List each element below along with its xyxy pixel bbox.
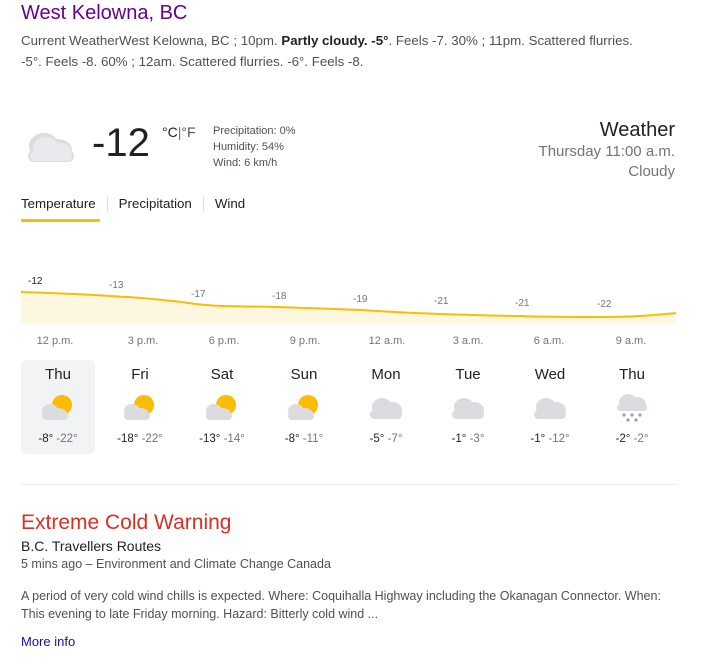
- day-low: -3°: [469, 433, 485, 445]
- humidity-stat: Humidity: 54%: [213, 141, 284, 153]
- hour-temp-label: -13: [109, 280, 124, 291]
- day-temps: -5° -7°: [349, 433, 423, 445]
- cloudy-icon: [534, 398, 566, 419]
- day-high: -5°: [369, 433, 385, 445]
- weather-stats: Precipitation: 0% Humidity: 54% Wind: 6 …: [213, 123, 296, 171]
- snippet-text: Current WeatherWest Kelowna, BC ; 10pm.: [21, 33, 282, 48]
- hour-label: 3 p.m.: [127, 335, 159, 347]
- tab-temperature[interactable]: Temperature: [21, 196, 107, 212]
- hour-temp-label: -12: [28, 276, 43, 287]
- day-high: -1°: [451, 433, 467, 445]
- daily-forecast: Thu -8° -22° Fri -18° -22° Sat -13° -14°…: [21, 360, 677, 454]
- day-high: -18°: [117, 433, 139, 445]
- temperature-chart: -12 -13 -17 -18 -19 -21 -21 -22: [21, 276, 676, 323]
- day-name: Wed: [534, 366, 566, 383]
- hour-label: 9 a.m.: [615, 335, 647, 347]
- day-name: Tue: [455, 366, 481, 383]
- section-divider: [21, 484, 676, 485]
- day-forecast-mon[interactable]: Mon -5° -7°: [349, 360, 423, 454]
- day-name: Fri: [131, 366, 149, 383]
- day-name: Sun: [290, 366, 318, 383]
- day-name: Mon: [371, 366, 401, 383]
- day-high: -8°: [284, 433, 300, 445]
- tab-precipitation[interactable]: Precipitation: [106, 196, 203, 212]
- hour-label: 9 p.m.: [289, 335, 321, 347]
- celsius-unit[interactable]: °C: [162, 124, 178, 140]
- day-forecast-thu-next[interactable]: Thu -2° -2°: [595, 360, 669, 454]
- day-low: -22°: [141, 433, 163, 445]
- fahrenheit-unit[interactable]: °F: [181, 124, 195, 140]
- day-low: -12°: [548, 433, 570, 445]
- alert-source: B.C. Travellers Routes: [21, 538, 162, 554]
- cloudy-icon: [370, 398, 402, 419]
- day-forecast-sat[interactable]: Sat -13° -14°: [185, 360, 259, 454]
- snow-icon: [617, 394, 647, 422]
- day-forecast-tue[interactable]: Tue -1° -3°: [431, 360, 505, 454]
- day-name: Sat: [210, 366, 234, 383]
- result-snippet: Current WeatherWest Kelowna, BC ; 10pm. …: [21, 30, 641, 72]
- partly-cloudy-icon: [206, 395, 236, 420]
- hour-label: 6 p.m.: [208, 335, 240, 347]
- day-temps: -1° -3°: [431, 433, 505, 445]
- current-temperature: -12: [92, 121, 150, 165]
- weather-time: Thursday 11:00 a.m.: [538, 143, 675, 160]
- hour-label: 12 a.m.: [368, 335, 406, 347]
- tab-wind[interactable]: Wind: [202, 196, 256, 212]
- alert-body: A period of very cold wind chills is exp…: [21, 589, 661, 621]
- precipitation-stat: Precipitation: 0%: [213, 125, 296, 137]
- day-low: -7°: [387, 433, 403, 445]
- alert-title[interactable]: Extreme Cold Warning: [21, 511, 231, 535]
- day-temps: -18° -22°: [103, 433, 177, 445]
- day-high: -13°: [199, 433, 221, 445]
- day-high: -2°: [615, 433, 631, 445]
- day-forecast-fri[interactable]: Fri -18° -22°: [103, 360, 177, 454]
- cloudy-icon: [452, 398, 484, 419]
- day-forecast-sun[interactable]: Sun -8° -11°: [267, 360, 341, 454]
- partly-cloudy-icon: [124, 395, 154, 420]
- weather-summary: Weather Thursday 11:00 a.m. Cloudy: [539, 118, 675, 182]
- day-high: -8°: [38, 433, 54, 445]
- hour-label: 3 a.m.: [452, 335, 484, 347]
- alert-meta: 5 mins ago – Environment and Climate Cha…: [21, 557, 331, 571]
- unit-toggle: °C|°F: [162, 124, 196, 140]
- day-name: Thu: [619, 366, 645, 383]
- day-temps: -1° -12°: [513, 433, 587, 445]
- hour-label: 6 a.m.: [533, 335, 565, 347]
- hour-temp-label: -19: [353, 294, 368, 305]
- day-low: -22°: [56, 433, 78, 445]
- hour-temp-label: -17: [191, 289, 206, 300]
- weather-heading: Weather: [599, 119, 675, 141]
- cloudy-icon: [28, 133, 74, 162]
- day-high: -1°: [530, 433, 546, 445]
- day-temps: -8° -22°: [21, 433, 95, 445]
- day-low: -11°: [302, 433, 324, 445]
- active-tab-indicator: [21, 219, 100, 222]
- day-forecast-wed[interactable]: Wed -1° -12°: [513, 360, 587, 454]
- day-name: Thu: [45, 366, 71, 383]
- result-title-link[interactable]: West Kelowna, BC: [21, 2, 187, 25]
- wind-stat: Wind: 6 km/h: [213, 157, 278, 169]
- more-info-link[interactable]: More info: [21, 634, 75, 649]
- hour-temp-label: -22: [597, 299, 612, 310]
- weather-condition: Cloudy: [628, 163, 675, 180]
- hour-label: 12 p.m.: [36, 335, 74, 347]
- hour-temp-label: -21: [434, 296, 449, 307]
- hour-temp-label: -21: [515, 298, 530, 309]
- day-temps: -2° -2°: [595, 433, 669, 445]
- snippet-bold: Partly cloudy. -5°: [281, 33, 389, 48]
- day-low: -14°: [223, 433, 245, 445]
- day-low: -2°: [633, 433, 649, 445]
- day-temps: -13° -14°: [185, 433, 259, 445]
- partly-cloudy-icon: [42, 395, 72, 420]
- hour-temp-label: -18: [272, 291, 287, 302]
- partly-cloudy-icon: [288, 395, 318, 420]
- weather-tabs: Temperature Precipitation Wind: [21, 196, 256, 212]
- day-temps: -8° -11°: [267, 433, 341, 445]
- day-forecast-thu[interactable]: Thu -8° -22°: [21, 360, 95, 454]
